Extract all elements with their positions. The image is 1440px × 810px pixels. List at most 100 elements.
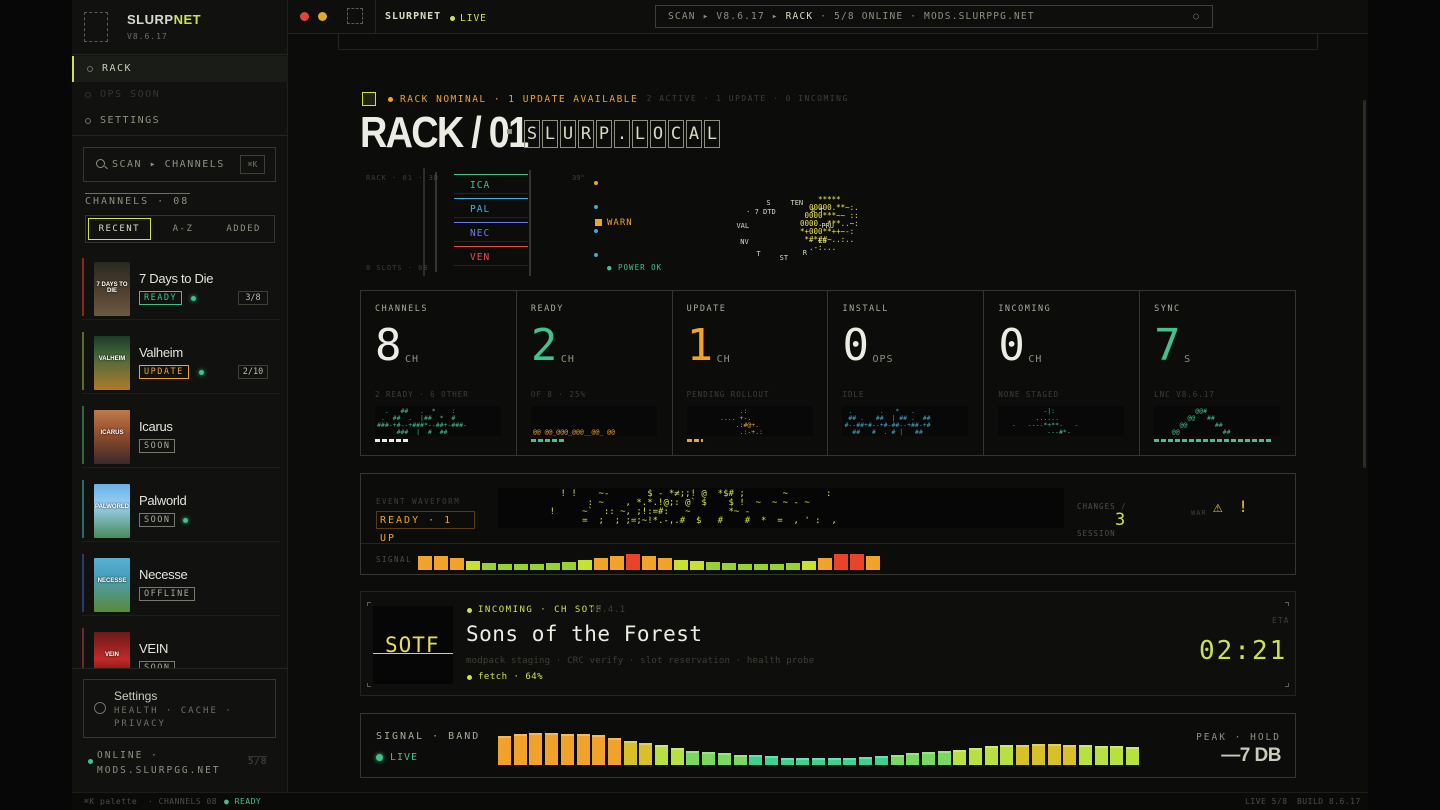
- panel-edge: [338, 34, 1318, 50]
- nav-item-ops: OPS SOON: [72, 82, 288, 108]
- channel-name: 7 Days to Die: [139, 271, 214, 286]
- settings-card[interactable]: Settings HEALTH · CACHE · PRIVACY: [83, 679, 276, 738]
- signal-bar: [594, 558, 608, 570]
- sort-tab-added[interactable]: ADDED: [213, 216, 274, 242]
- stat-card-update: UPDATE 1 CH PENDING ROLLOUT .: .... +-. .:#…: [673, 291, 829, 455]
- close-window-button[interactable]: [300, 12, 309, 21]
- sidebar: SLURPNET V8.6.17 RACK OPS SOON SETTINGS …: [72, 0, 288, 792]
- nav-dot-icon: [87, 66, 93, 72]
- signal-bar: [642, 556, 656, 570]
- nav-item-settings[interactable]: SETTINGS: [72, 108, 288, 134]
- stat-value: 7: [1154, 320, 1181, 371]
- sort-tab-az[interactable]: A-Z: [153, 216, 214, 242]
- address-bar[interactable]: SCAN ▸ V8.6.17 ▸ RACK · 5/8 ONLINE · MOD…: [655, 5, 1213, 28]
- host-char-tile: C: [668, 120, 684, 148]
- signal-bar: [562, 562, 576, 570]
- ring-label: NV: [740, 238, 749, 247]
- channel-list-item[interactable]: VEIN VEIN SOON: [82, 622, 280, 668]
- corner-mark: [367, 602, 371, 606]
- signal-bar: [706, 562, 720, 570]
- stat-subtext: IDLE: [842, 390, 865, 399]
- rack-slot[interactable]: PAL: [454, 198, 598, 218]
- incoming-name: Sons of the Forest: [466, 622, 703, 646]
- host-char-tile: P: [596, 120, 612, 148]
- game-cover-logo: PALWORLD: [95, 504, 129, 510]
- rack-angle: 39°: [572, 174, 585, 182]
- band-bar: [498, 736, 511, 765]
- rack-slot[interactable]: VEN: [454, 246, 598, 266]
- eta-timer: 02:21: [1199, 636, 1288, 666]
- app-version: V8.6.17: [127, 32, 168, 41]
- band-bar: [764, 756, 778, 765]
- accent-bar: [82, 554, 84, 612]
- stat-unit: CH: [405, 354, 420, 365]
- stat-card-sync: SYNC 7 S LNC V8.6.17 @@# @@ ## @@ ## @@ ##: [1140, 291, 1295, 455]
- stat-subtext: NONE STAGED: [998, 390, 1059, 399]
- channel-list-item[interactable]: NECESSE Necesse OFFLINE: [82, 548, 280, 616]
- band-bar: [874, 756, 888, 765]
- incoming-description: modpack staging · CRC verify · slot rese…: [466, 656, 815, 666]
- signal-bar: [466, 561, 480, 570]
- signal-bar: [722, 563, 736, 570]
- stat-value: 0: [998, 320, 1025, 371]
- stat-value: 0: [842, 320, 869, 371]
- host-char-tile: O: [650, 120, 666, 148]
- shortcut-hint: ⌘K: [240, 155, 265, 174]
- signal-bar: [674, 560, 688, 570]
- signal-bar: [482, 563, 496, 570]
- channel-list-item[interactable]: VALHEIM Valheim UPDATE 2/10: [82, 326, 280, 394]
- rack-slot[interactable]: NEC: [454, 222, 598, 242]
- status-badge: OFFLINE: [139, 587, 196, 601]
- signal-bar: [802, 561, 816, 570]
- nav-dot-icon: [85, 92, 91, 98]
- accent-bar: [82, 480, 84, 538]
- game-cover-logo: VALHEIM: [98, 356, 126, 362]
- nav-item-rack[interactable]: RACK: [72, 56, 288, 82]
- signal-bar: [514, 564, 528, 570]
- stat-meter: [375, 439, 411, 442]
- band-bar: [937, 751, 951, 765]
- channel-list-item[interactable]: PALWORLD Palworld SOON: [82, 474, 280, 542]
- rack-status: RACK NOMINAL · 1 UPDATE AVAILABLE: [387, 94, 639, 105]
- divider: [375, 0, 376, 34]
- waveform-display: ! ! ~- $ - *≠;;! @ *$# ; ~ : : ~ , *.*.!…: [498, 488, 1064, 528]
- warn-indicator: WARN: [595, 218, 633, 228]
- band-bar: [1047, 744, 1061, 765]
- stat-sparkline: . ## . * : . ## . |## * # ###-+#--+###*-…: [375, 406, 501, 436]
- ready-chip: READY · 1 UP: [376, 511, 475, 544]
- band-bar: [1126, 747, 1139, 765]
- minimize-window-button[interactable]: [318, 12, 327, 21]
- incoming-card[interactable]: SOTF INCOMING · CH SOTF v0.4.1 Sons of t…: [360, 591, 1296, 696]
- stat-value: 8: [375, 320, 402, 371]
- band-bar: [843, 758, 857, 765]
- settings-title: Settings: [114, 689, 158, 703]
- signal-bar: [610, 556, 624, 570]
- host-char-tile: S: [524, 120, 540, 148]
- band-bar: [984, 746, 998, 765]
- rack-slot-label: NEC: [470, 228, 491, 239]
- channel-list-item[interactable]: ICARUS Icarus SOON: [82, 400, 280, 468]
- host-char-tile: A: [686, 120, 702, 148]
- band-bar: [921, 752, 935, 765]
- online-dot-icon: [191, 296, 196, 301]
- channel-list-item[interactable]: 7 DAYS TO DIE 7 Days to Die READY 3/8: [82, 252, 280, 320]
- peak-value: —7 DB: [1221, 745, 1281, 766]
- divider: [72, 668, 288, 669]
- status-badge: UPDATE: [139, 365, 189, 379]
- titlebar: SLURPNET LIVE SCAN ▸ V8.6.17 ▸ RACK · 5/…: [288, 0, 1368, 34]
- signal-bar: [786, 563, 800, 570]
- palette-hint[interactable]: ⌘K palette: [84, 797, 137, 806]
- accent-bar: [82, 628, 84, 668]
- scrollbar[interactable]: [1363, 100, 1366, 468]
- eta-label: ETA: [1272, 616, 1290, 625]
- signal-bar: [818, 558, 832, 570]
- signal-bar: [626, 554, 640, 570]
- channel-search[interactable]: SCAN ▸ CHANNELS ⌘K: [83, 147, 276, 182]
- sort-tab-recent[interactable]: RECENT: [88, 218, 151, 240]
- incoming-cover: SOTF: [373, 606, 453, 684]
- accent-bar: [82, 258, 84, 316]
- settings-subtitle: HEALTH · CACHE · PRIVACY: [114, 706, 233, 729]
- stat-grid: CHANNELS 8 CH 2 READY · 6 OTHER . ## . * : …: [360, 290, 1296, 456]
- incoming-version: v0.4.1: [590, 605, 626, 615]
- rack-slot[interactable]: ICA: [454, 174, 598, 194]
